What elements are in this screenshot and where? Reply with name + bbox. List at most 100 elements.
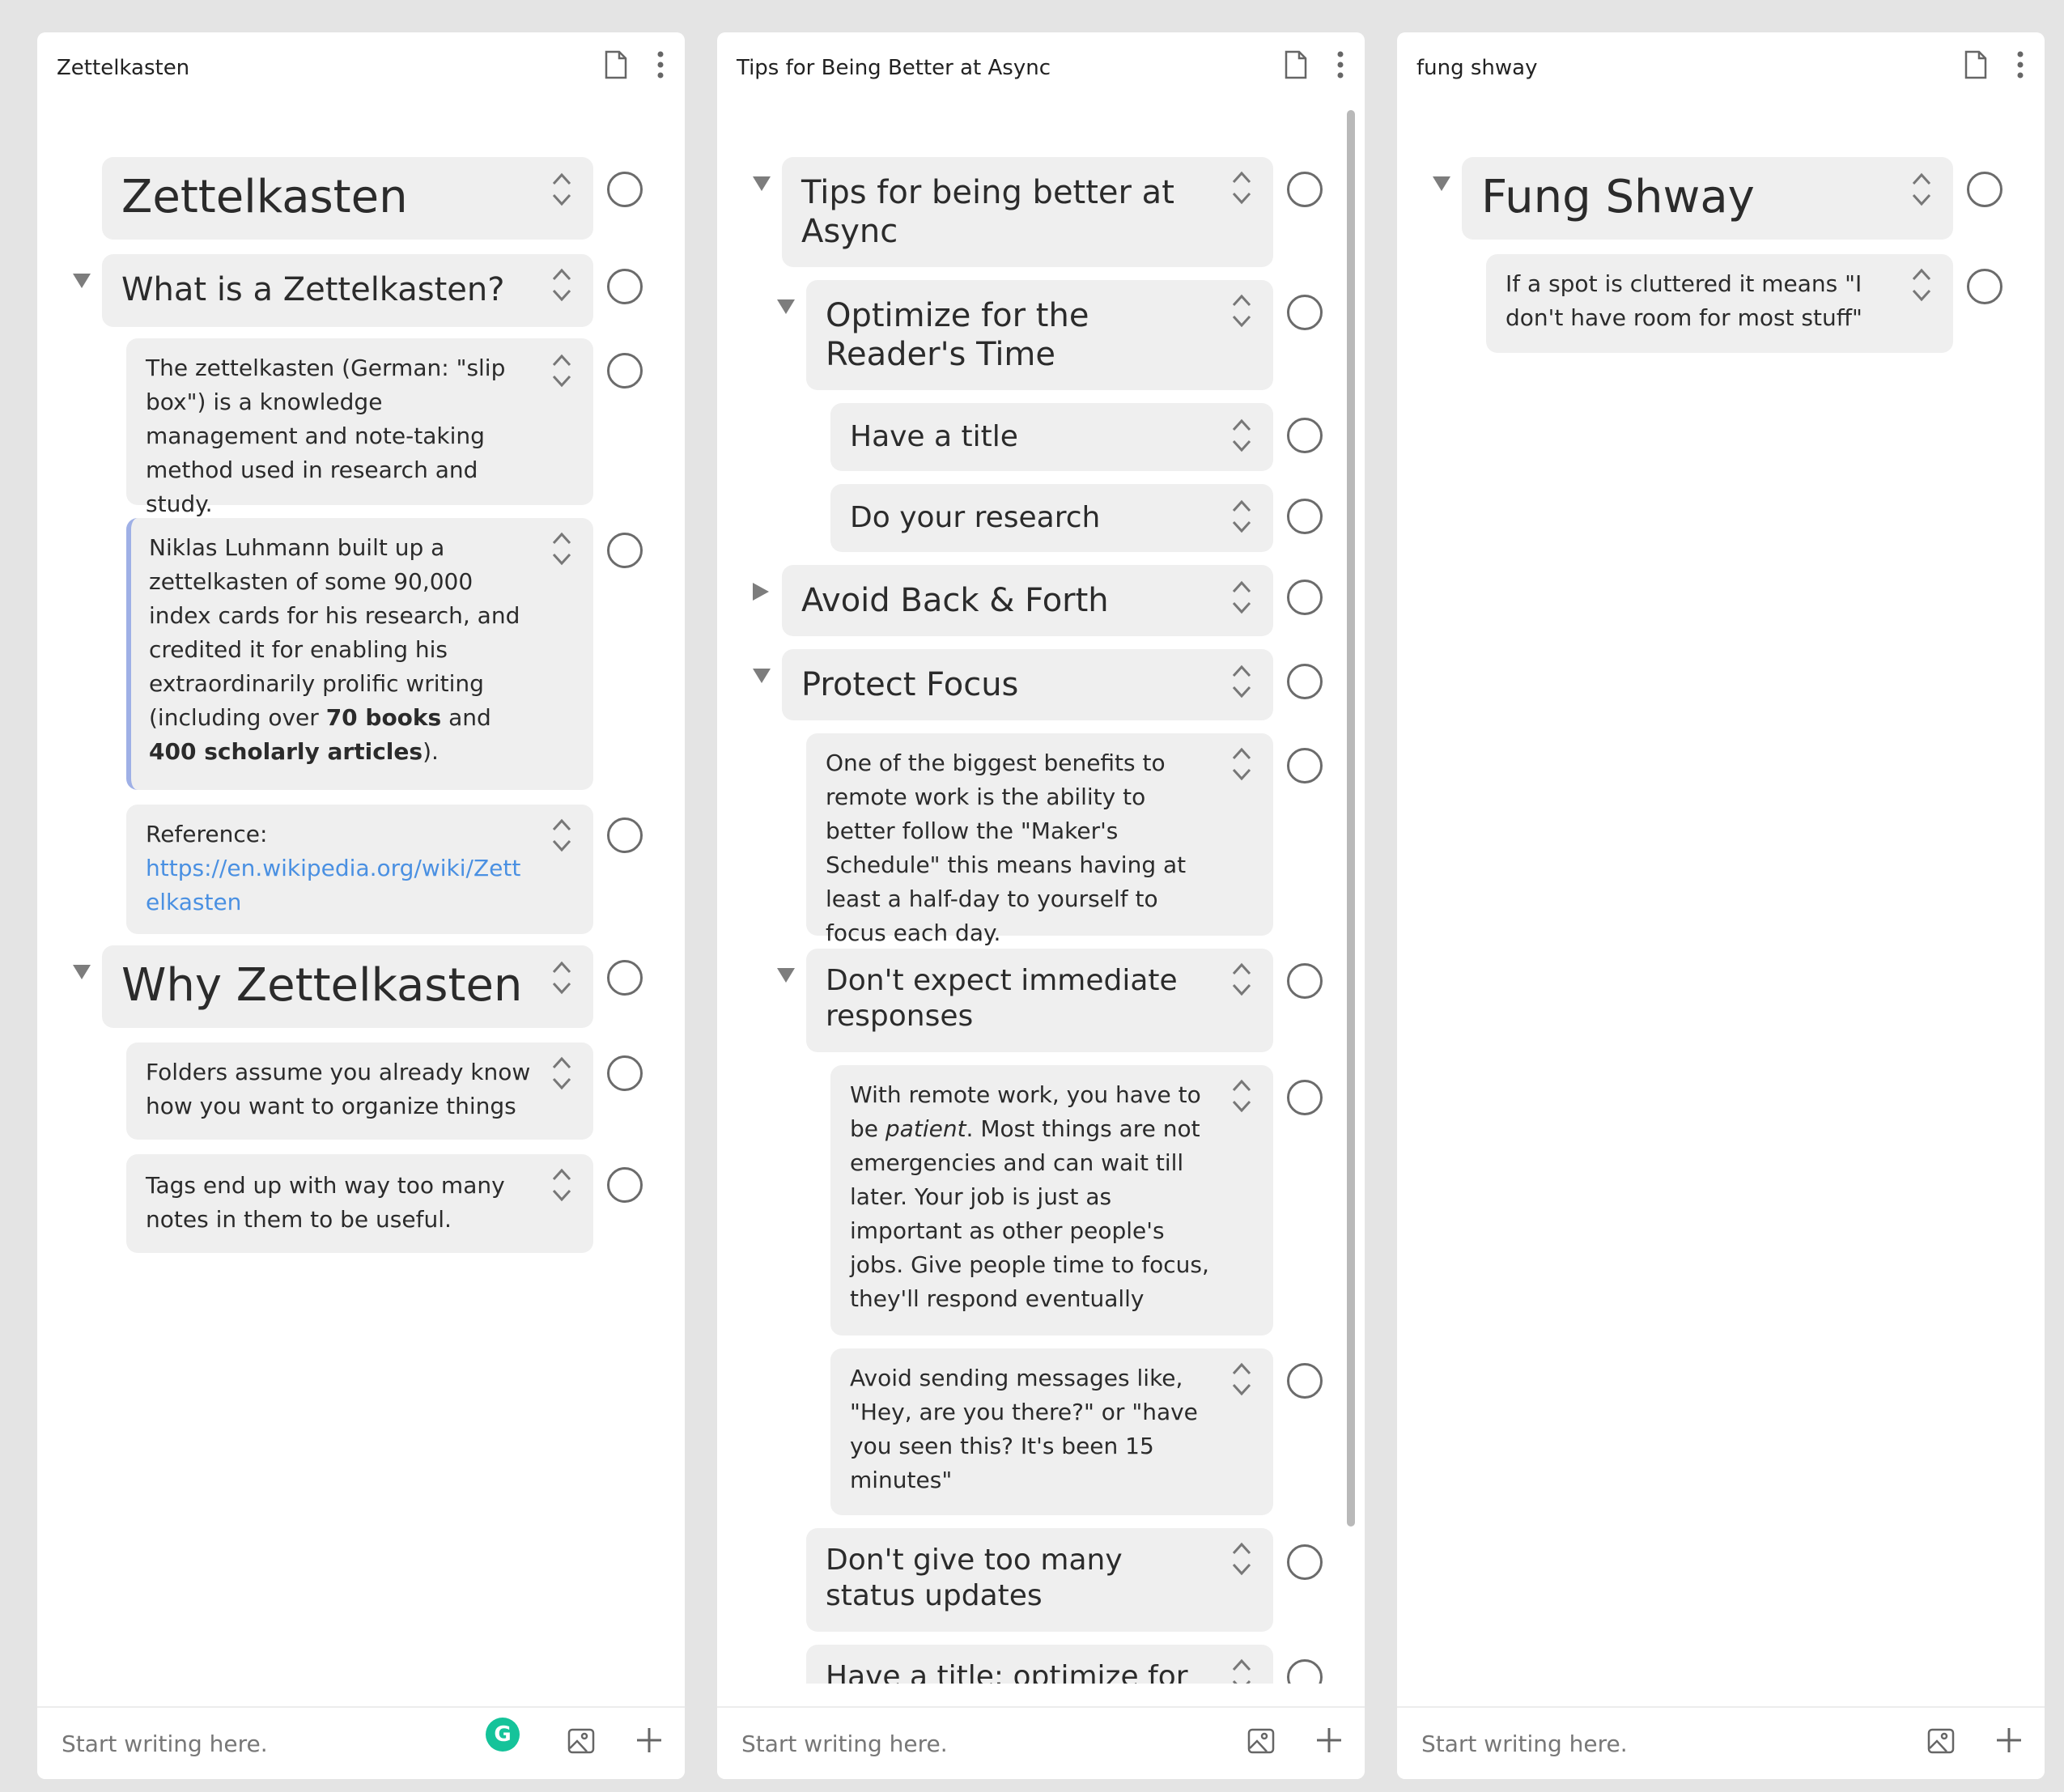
completion-circle-icon[interactable] [1287, 499, 1323, 534]
expand-triangle-icon[interactable] [753, 583, 769, 601]
note-block[interactable]: Tags end up with way too many notes in t… [126, 1154, 593, 1253]
completion-circle-icon[interactable] [1287, 748, 1323, 783]
note-text[interactable]: One of the biggest benefits to remote wo… [826, 746, 1214, 950]
collapse-triangle-icon[interactable] [777, 968, 795, 983]
image-icon[interactable] [1926, 1726, 1957, 1760]
reorder-chevrons-icon[interactable] [1231, 418, 1252, 453]
note-block[interactable]: With remote work, you have to be patient… [830, 1065, 1273, 1336]
heading-text[interactable]: Optimize for the Reader's Time [826, 296, 1182, 374]
note-block[interactable]: Have a title [830, 403, 1273, 471]
note-block[interactable]: One of the biggest benefits to remote wo… [806, 733, 1273, 946]
reorder-chevrons-icon[interactable] [1231, 1541, 1252, 1577]
heading-text[interactable]: Zettelkasten [121, 173, 408, 222]
note-text[interactable]: With remote work, you have to be patient… [850, 1078, 1222, 1316]
completion-circle-icon[interactable] [607, 172, 643, 207]
more-vertical-icon[interactable] [1337, 51, 1344, 79]
completion-circle-icon[interactable] [1287, 1363, 1323, 1399]
document-icon[interactable] [1964, 50, 1988, 79]
completion-circle-icon[interactable] [1287, 295, 1323, 330]
reorder-chevrons-icon[interactable] [1911, 172, 1932, 207]
note-text[interactable]: If a spot is cluttered it means "I don't… [1506, 267, 1894, 335]
heading-text[interactable]: Fung Shway [1481, 173, 1755, 222]
more-vertical-icon[interactable] [2017, 51, 2024, 79]
note-block[interactable]: Don't expect immediate responses [806, 949, 1273, 1052]
heading-text[interactable]: Have a title: optimize for the readers t… [826, 1659, 1214, 1684]
composer-input[interactable]: Start writing here. [741, 1730, 948, 1757]
note-block[interactable]: Protect Focus [782, 649, 1273, 720]
note-block[interactable]: Have a title: optimize for the readers t… [806, 1645, 1273, 1684]
note-text[interactable]: Folders assume you already know how you … [146, 1055, 534, 1123]
reorder-chevrons-icon[interactable] [551, 817, 572, 853]
heading-text[interactable]: Tips for being better at Async [801, 173, 1190, 251]
note-block[interactable]: If a spot is cluttered it means "I don't… [1486, 254, 1953, 353]
note-block[interactable]: Why Zettelkasten [102, 945, 593, 1028]
note-text[interactable]: Avoid sending messages like, "Hey, are y… [850, 1361, 1206, 1497]
reorder-chevrons-icon[interactable] [1231, 1361, 1252, 1397]
completion-circle-icon[interactable] [607, 817, 643, 853]
heading-text[interactable]: Avoid Back & Forth [801, 581, 1109, 620]
collapse-triangle-icon[interactable] [753, 176, 771, 191]
completion-circle-icon[interactable] [1287, 1080, 1323, 1115]
reorder-chevrons-icon[interactable] [1231, 1078, 1252, 1114]
note-text[interactable]: The zettelkasten (German: "slip box") is… [146, 351, 534, 521]
heading-text[interactable]: Don't expect immediate responses [826, 963, 1182, 1034]
note-block[interactable]: What is a Zettelkasten? [102, 254, 593, 327]
completion-circle-icon[interactable] [607, 269, 643, 304]
reorder-chevrons-icon[interactable] [551, 1055, 572, 1091]
note-text[interactable]: Niklas Luhmann built up a zettelkasten o… [149, 531, 537, 769]
completion-circle-icon[interactable] [1287, 580, 1323, 615]
reorder-chevrons-icon[interactable] [1231, 580, 1252, 615]
reorder-chevrons-icon[interactable] [1231, 746, 1252, 782]
reorder-chevrons-icon[interactable] [551, 960, 572, 996]
note-block[interactable]: Folders assume you already know how you … [126, 1043, 593, 1140]
reorder-chevrons-icon[interactable] [1231, 170, 1252, 206]
completion-circle-icon[interactable] [607, 1055, 643, 1091]
collapse-triangle-icon[interactable] [1433, 176, 1450, 191]
note-block[interactable]: Fung Shway [1462, 157, 1953, 240]
image-icon[interactable] [567, 1726, 597, 1760]
completion-circle-icon[interactable] [1287, 963, 1323, 999]
heading-text[interactable]: Don't give too many status updates [826, 1543, 1198, 1614]
collapse-triangle-icon[interactable] [73, 274, 91, 288]
collapse-triangle-icon[interactable] [777, 299, 795, 314]
collapse-triangle-icon[interactable] [73, 965, 91, 979]
completion-circle-icon[interactable] [607, 533, 643, 568]
heading-text[interactable]: What is a Zettelkasten? [121, 270, 505, 309]
note-block[interactable]: Do your research [830, 484, 1273, 552]
note-block[interactable]: Tips for being better at Async [782, 157, 1273, 267]
heading-text[interactable]: Have a title [850, 419, 1018, 455]
composer-input[interactable]: Start writing here. [62, 1730, 268, 1757]
note-block-highlighted[interactable]: Niklas Luhmann built up a zettelkasten o… [126, 518, 593, 790]
completion-circle-icon[interactable] [1967, 269, 2002, 304]
note-text[interactable]: Tags end up with way too many notes in t… [146, 1169, 534, 1237]
collapse-triangle-icon[interactable] [753, 669, 771, 683]
completion-circle-icon[interactable] [607, 960, 643, 996]
heading-text[interactable]: Do your research [850, 500, 1100, 536]
reorder-chevrons-icon[interactable] [551, 1167, 572, 1203]
note-block[interactable]: Avoid sending messages like, "Hey, are y… [830, 1348, 1273, 1515]
reorder-chevrons-icon[interactable] [551, 172, 572, 207]
composer-input[interactable]: Start writing here. [1421, 1730, 1628, 1757]
reorder-chevrons-icon[interactable] [551, 353, 572, 389]
completion-circle-icon[interactable] [1287, 1659, 1323, 1684]
reorder-chevrons-icon[interactable] [1231, 664, 1252, 699]
reorder-chevrons-icon[interactable] [1231, 293, 1252, 329]
grammarly-icon[interactable]: G [486, 1718, 520, 1752]
completion-circle-icon[interactable] [1287, 418, 1323, 453]
more-vertical-icon[interactable] [657, 51, 664, 79]
reorder-chevrons-icon[interactable] [1231, 499, 1252, 534]
reorder-chevrons-icon[interactable] [551, 531, 572, 567]
completion-circle-icon[interactable] [1287, 664, 1323, 699]
note-block[interactable]: The zettelkasten (German: "slip box") is… [126, 338, 593, 517]
plus-icon[interactable] [1314, 1726, 1344, 1758]
reference-link[interactable]: https://en.wikipedia.org/wiki/Zettelkast… [146, 851, 534, 919]
plus-icon[interactable] [1994, 1726, 2024, 1758]
document-icon[interactable] [604, 50, 628, 79]
completion-circle-icon[interactable] [1287, 172, 1323, 207]
reorder-chevrons-icon[interactable] [551, 267, 572, 303]
plus-icon[interactable] [635, 1726, 664, 1758]
image-icon[interactable] [1246, 1726, 1277, 1760]
completion-circle-icon[interactable] [1287, 1544, 1323, 1580]
note-block[interactable]: Reference: https://en.wikipedia.org/wiki… [126, 805, 593, 934]
document-icon[interactable] [1284, 50, 1308, 79]
